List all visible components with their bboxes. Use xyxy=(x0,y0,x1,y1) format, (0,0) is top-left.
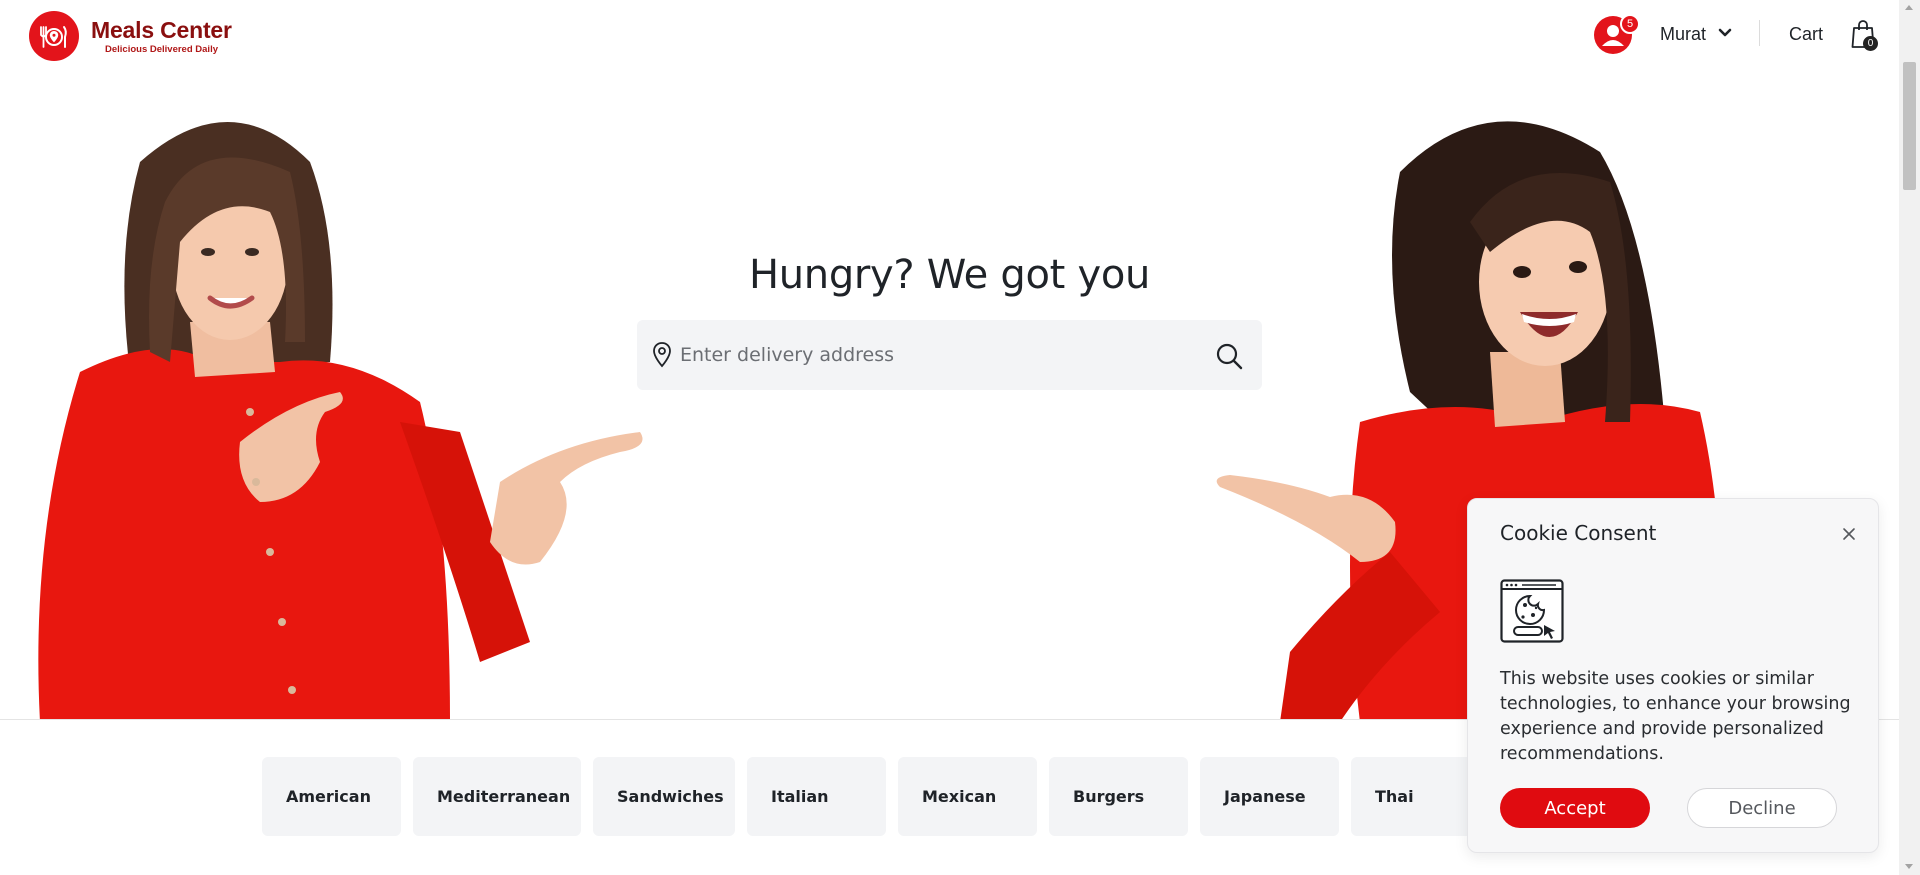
cookie-consent-title: Cookie Consent xyxy=(1500,521,1657,545)
decline-button[interactable]: Decline xyxy=(1687,788,1837,828)
category-sandwiches[interactable]: Sandwiches xyxy=(593,757,735,836)
page-scrollbar[interactable] xyxy=(1899,0,1920,875)
category-mexican[interactable]: Mexican xyxy=(898,757,1037,836)
category-italian[interactable]: Italian xyxy=(747,757,886,836)
brand-name: Meals Center xyxy=(91,16,232,43)
accept-button[interactable]: Accept xyxy=(1500,788,1650,828)
scroll-up-arrow-icon[interactable] xyxy=(1905,5,1913,10)
address-search xyxy=(637,320,1262,390)
category-burgers[interactable]: Burgers xyxy=(1049,757,1188,836)
category-mediterranean[interactable]: Mediterranean xyxy=(413,757,581,836)
category-japanese[interactable]: Japanese xyxy=(1200,757,1339,836)
chevron-down-icon[interactable] xyxy=(1718,28,1732,38)
scrollbar-thumb[interactable] xyxy=(1903,62,1916,190)
brand-logo[interactable]: Meals Center Delicious Delivered Daily xyxy=(29,11,232,61)
cookie-consent-dialog: Cookie Consent This website uses cookies… xyxy=(1467,498,1879,853)
header-divider xyxy=(1759,20,1760,46)
cart-count-badge: 0 xyxy=(1863,36,1878,51)
user-menu-name[interactable]: Murat xyxy=(1660,24,1706,45)
hero-title: Hungry? We got you xyxy=(748,252,1151,298)
scroll-down-arrow-icon[interactable] xyxy=(1905,864,1913,869)
location-pin-icon xyxy=(653,342,671,368)
brand-tagline: Delicious Delivered Daily xyxy=(105,43,218,55)
cuisine-categories: American Mediterranean Sandwiches Italia… xyxy=(262,757,1490,836)
cart-link[interactable]: Cart xyxy=(1789,24,1823,45)
cookie-browser-icon xyxy=(1500,579,1564,643)
delivery-address-input[interactable] xyxy=(680,332,1200,378)
plate-fork-knife-pin-icon xyxy=(29,11,79,61)
brand-text: Meals Center Delicious Delivered Daily xyxy=(91,18,232,55)
cookie-consent-message: This website uses cookies or similar tec… xyxy=(1500,669,1851,764)
search-icon[interactable] xyxy=(1213,340,1245,372)
hero-image-left xyxy=(38,122,643,719)
close-icon[interactable] xyxy=(1841,526,1857,542)
site-header: Meals Center Delicious Delivered Daily 5… xyxy=(0,0,1899,72)
category-american[interactable]: American xyxy=(262,757,401,836)
notification-badge[interactable]: 5 xyxy=(1620,14,1640,34)
